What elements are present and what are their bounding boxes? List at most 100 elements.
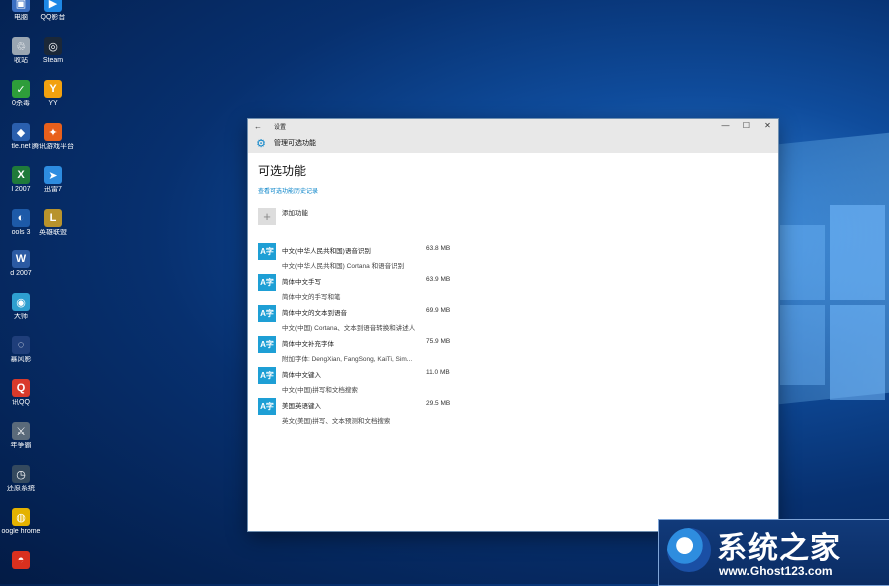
app-icon: Y bbox=[44, 80, 62, 98]
add-feature-button[interactable]: + 添加功能 bbox=[258, 208, 768, 225]
desktop-icon[interactable]: ➤ 迅雷7 bbox=[27, 166, 79, 194]
feature-item[interactable]: A字 中文(中华人民共和国)语音识别中文(中华人民共和国) Cortana 和语音… bbox=[258, 243, 768, 274]
desktop-icon-label: 讯QQ bbox=[12, 399, 30, 406]
feature-description: 简体中文的手写和笔 bbox=[282, 294, 341, 301]
desktop-icon-label: 迅雷7 bbox=[44, 186, 62, 193]
desktop-icon-label: 大师 bbox=[14, 313, 28, 320]
language-feature-icon: A字 bbox=[258, 274, 276, 291]
feature-item[interactable]: A字 简体中文补充字体附加字体: DengXian, FangSong, KaiT… bbox=[258, 336, 768, 367]
main-content: 可选功能 查看可选功能历史记录 + 添加功能 A字 中文(中华人民共和国)语音识别… bbox=[248, 153, 778, 438]
feature-name: 中文(中华人民共和国)语音识别 bbox=[282, 248, 371, 255]
desktop-icons: ▣ 电脑 ▶ QQ影音 ♲ 收站 ◎ Steam ✓ 0杀毒 Y YY ◆ tle.net ✦ 腾讯游戏平台 X… bbox=[0, 0, 74, 584]
feature-size: 29.5 MB bbox=[426, 400, 451, 407]
watermark-logo-icon bbox=[667, 528, 711, 572]
feature-description: 英文(美国)拼写、文本预测和文档搜索 bbox=[282, 418, 391, 425]
feature-description: 中文(中华人民共和国) Cortana 和语音识别 bbox=[282, 263, 405, 270]
watermark-url: www.Ghost123.com bbox=[719, 564, 833, 578]
app-icon: W bbox=[12, 250, 30, 268]
feature-description: 附加字体: DengXian, FangSong, KaiTi, Sim... bbox=[282, 356, 413, 363]
desktop-icon[interactable]: ▶ QQ影音 bbox=[27, 0, 79, 22]
desktop-icon-label: 还原系统 bbox=[7, 485, 35, 492]
desktop-icon[interactable]: ◌ 暴风影 bbox=[0, 336, 47, 364]
desktop-icon[interactable]: ◍ oogle hrome bbox=[0, 508, 47, 536]
language-feature-icon: A字 bbox=[258, 367, 276, 384]
feature-list: A字 中文(中华人民共和国)语音识别 中文(中华人民共和国) Cortana 和语音… bbox=[258, 243, 768, 429]
feature-info: 简体中文手写简体中文的手写和笔 bbox=[282, 274, 448, 305]
plus-icon: + bbox=[258, 208, 276, 225]
feature-info: 简体中文的文本到语音中文(中国) Cortana、文本到语音转换和讲述人 bbox=[282, 305, 448, 336]
app-icon: ◎ bbox=[44, 37, 62, 55]
language-feature-icon: A字 bbox=[258, 336, 276, 353]
history-link[interactable]: 查看可选功能历史记录 bbox=[258, 186, 768, 195]
feature-info: 简体中文键入中文(中国)拼写和文档搜索 bbox=[282, 367, 448, 398]
desktop-icon[interactable]: ◉ 大师 bbox=[0, 293, 47, 321]
desktop-icon-label: 年争霸 bbox=[10, 442, 32, 449]
header-title: 管理可选功能 bbox=[274, 140, 316, 147]
app-icon: ✦ bbox=[44, 123, 62, 141]
feature-size: 11.0 MB bbox=[426, 369, 450, 376]
desktop-icon[interactable]: ◷ 还原系统 bbox=[0, 465, 47, 493]
app-icon: ◉ bbox=[12, 293, 30, 311]
desktop-icon[interactable]: Wd 2007 bbox=[0, 250, 47, 278]
app-icon: ⚔ bbox=[12, 422, 30, 440]
settings-window: ← 设置 — ☐ ✕ ⚙ 管理可选功能 可选功能 查看可选功能历史记录 + 添加… bbox=[248, 119, 778, 531]
app-icon: ▶ bbox=[44, 0, 62, 12]
desktop-icon[interactable]: Q 讯QQ bbox=[0, 379, 47, 407]
desktop-icon-label: oogle hrome bbox=[1, 528, 41, 535]
title-bar: ← 设置 — ☐ ✕ bbox=[248, 119, 778, 133]
desktop-icon[interactable]: L 英雄联盟 bbox=[27, 209, 79, 237]
feature-item[interactable]: A字 简体中文的文本到语音 中文(中国) Cortana、文本到语音转换和讲述人 69… bbox=[258, 305, 768, 336]
feature-item[interactable]: A字 简体中文手写 简体中文的手写和笔 63.9 MB bbox=[258, 274, 768, 305]
window-controls: — ☐ ✕ bbox=[715, 119, 778, 133]
desktop-icon[interactable]: ◓ bbox=[0, 551, 47, 571]
desktop-icon-label: 英雄联盟 bbox=[39, 229, 67, 236]
desktop-icon[interactable]: ◎ Steam bbox=[27, 37, 79, 65]
gear-icon: ⚙ bbox=[256, 137, 266, 150]
feature-description: 中文(中国)拼写和文档搜索 bbox=[282, 387, 358, 394]
minimize-button[interactable]: — bbox=[715, 119, 736, 133]
app-icon: ◷ bbox=[12, 465, 30, 483]
app-icon: ◌ bbox=[12, 336, 30, 354]
app-icon: ➤ bbox=[44, 166, 62, 184]
feature-size: 69.9 MB bbox=[426, 307, 451, 314]
feature-name: 简体中文键入 bbox=[282, 372, 321, 379]
feature-name: 简体中文补充字体 bbox=[282, 341, 334, 348]
app-icon: Q bbox=[12, 379, 30, 397]
add-feature-label: 添加功能 bbox=[282, 209, 308, 217]
watermark: 系统之家 www.Ghost123.com bbox=[658, 519, 889, 586]
desktop-icon-label: QQ影音 bbox=[40, 14, 66, 21]
watermark-text: 系统之家 bbox=[717, 532, 841, 565]
desktop-icon-label: 腾讯游戏平台 bbox=[32, 143, 74, 150]
feature-info: 简体中文补充字体附加字体: DengXian, FangSong, KaiTi,… bbox=[282, 336, 448, 367]
feature-name: 美国英语键入 bbox=[282, 403, 321, 410]
app-icon: ◓ bbox=[12, 551, 30, 569]
feature-item[interactable]: A字 简体中文键入 中文(中国)拼写和文档搜索 11.0 MB bbox=[258, 367, 768, 398]
feature-info: 中文(中华人民共和国)语音识别中文(中华人民共和国) Cortana 和语音识别 bbox=[282, 243, 448, 274]
feature-name: 简体中文的文本到语音 bbox=[282, 310, 347, 317]
desktop-icon[interactable]: Y YY bbox=[27, 80, 79, 108]
maximize-button[interactable]: ☐ bbox=[736, 119, 757, 133]
back-arrow-icon[interactable]: ← bbox=[248, 122, 268, 131]
desktop-icon-label: Steam bbox=[42, 57, 64, 64]
feature-name: 简体中文手写 bbox=[282, 279, 321, 286]
app-icon: ◍ bbox=[12, 508, 30, 526]
feature-item[interactable]: A字 美国英语键入 英文(美国)拼写、文本预测和文档搜索 29.5 MB bbox=[258, 398, 768, 429]
window-title: 设置 bbox=[274, 124, 287, 131]
language-feature-icon: A字 bbox=[258, 305, 276, 322]
feature-description: 中文(中国) Cortana、文本到语音转换和讲述人 bbox=[282, 325, 416, 332]
feature-info: 美国英语键入英文(美国)拼写、文本预测和文档搜索 bbox=[282, 398, 448, 429]
language-feature-icon: A字 bbox=[258, 243, 276, 260]
close-button[interactable]: ✕ bbox=[757, 119, 778, 133]
desktop-icon[interactable]: ✦ 腾讯游戏平台 bbox=[27, 123, 79, 151]
page-header: ⚙ 管理可选功能 bbox=[248, 133, 778, 153]
feature-size: 75.9 MB bbox=[426, 338, 451, 345]
feature-size: 63.9 MB bbox=[426, 276, 451, 283]
desktop-icon-label: YY bbox=[48, 100, 58, 107]
desktop-icon[interactable]: ⚔ 年争霸 bbox=[0, 422, 47, 450]
language-feature-icon: A字 bbox=[258, 398, 276, 415]
app-icon: L bbox=[44, 209, 62, 227]
desktop-icon-label: 暴风影 bbox=[10, 356, 32, 363]
desktop-icon-label: d 2007 bbox=[10, 270, 32, 277]
page-title: 可选功能 bbox=[258, 164, 307, 178]
feature-size: 63.8 MB bbox=[426, 245, 451, 252]
